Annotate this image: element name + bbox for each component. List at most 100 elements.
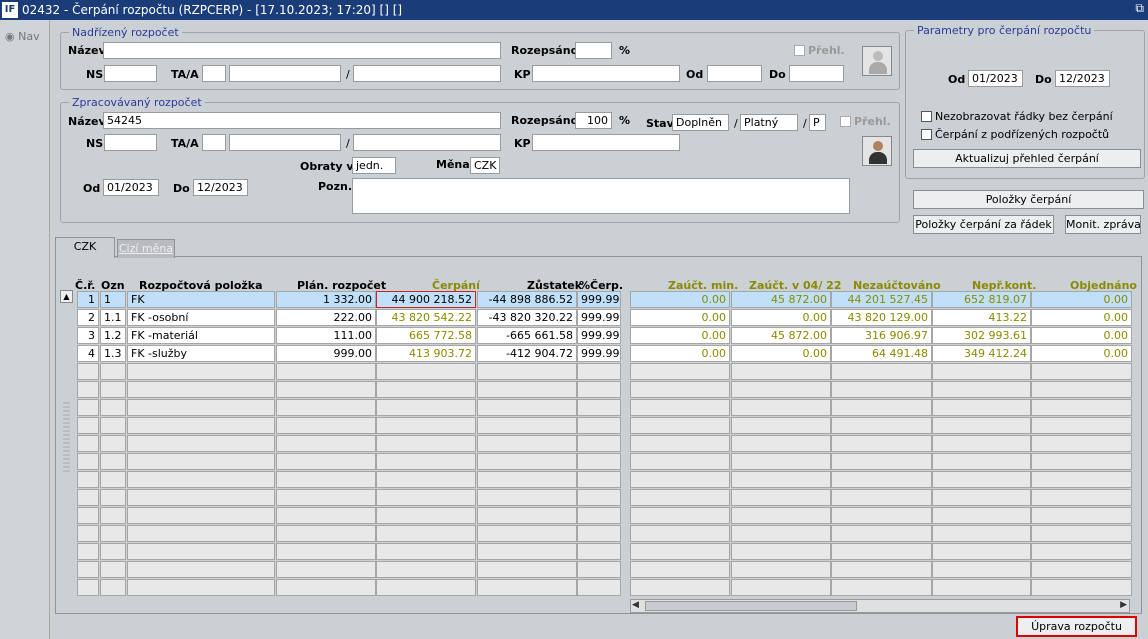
- scroll-up-icon[interactable]: ▲: [60, 290, 73, 303]
- cell-zustatek[interactable]: [477, 399, 577, 416]
- cell-neprkont[interactable]: [932, 525, 1031, 542]
- zpracovavany-do-field[interactable]: 12/2023: [193, 179, 248, 196]
- cell-cerpani[interactable]: 665 772.58: [376, 327, 476, 344]
- cell-objed[interactable]: 0.00: [1031, 291, 1132, 308]
- cell-nezauct[interactable]: [831, 363, 932, 380]
- cell-objed[interactable]: [1031, 525, 1132, 542]
- cell-zauct-min[interactable]: [630, 579, 730, 596]
- cell-polozka[interactable]: [127, 417, 275, 434]
- cell-cr[interactable]: 2: [77, 309, 99, 326]
- zpracovavany-kp-field[interactable]: [532, 134, 680, 151]
- cell-zauct-v[interactable]: [731, 363, 831, 380]
- cell-zauct-v[interactable]: [731, 417, 831, 434]
- cell-plan[interactable]: [276, 579, 376, 596]
- horizontal-scrollbar[interactable]: ◀ ▶: [630, 599, 1130, 613]
- cell-objed[interactable]: 0.00: [1031, 345, 1132, 362]
- zpracovavany-stav-field-3[interactable]: P: [809, 114, 826, 131]
- zpracovavany-obraty-field[interactable]: jedn.: [352, 157, 396, 174]
- cell-polozka[interactable]: [127, 507, 275, 524]
- cell-cr[interactable]: [77, 561, 99, 578]
- cell-ozn[interactable]: [100, 435, 126, 452]
- cell-zauct-v[interactable]: [731, 453, 831, 470]
- cell-plan[interactable]: [276, 489, 376, 506]
- restore-icon[interactable]: ⧉: [1135, 1, 1144, 16]
- cell-ozn[interactable]: [100, 381, 126, 398]
- cell-pct[interactable]: [577, 417, 621, 434]
- monit-zprava-button[interactable]: Monit. zpráva: [1065, 215, 1141, 234]
- cell-ozn[interactable]: [100, 561, 126, 578]
- cell-zustatek[interactable]: [477, 381, 577, 398]
- cell-neprkont[interactable]: [932, 579, 1031, 596]
- cell-ozn[interactable]: 1.3: [100, 345, 126, 362]
- cell-cr[interactable]: [77, 435, 99, 452]
- zpracovavany-od-field[interactable]: 01/2023: [103, 179, 159, 196]
- cell-neprkont[interactable]: [932, 453, 1031, 470]
- cell-pct[interactable]: 999.999: [577, 345, 621, 362]
- cell-objed[interactable]: [1031, 435, 1132, 452]
- cell-cr[interactable]: [77, 507, 99, 524]
- cell-zustatek[interactable]: [477, 471, 577, 488]
- nadrizeny-do-field[interactable]: [789, 65, 844, 82]
- cell-ozn[interactable]: [100, 471, 126, 488]
- cell-cerpani[interactable]: [376, 489, 476, 506]
- cell-pct[interactable]: [577, 435, 621, 452]
- cell-neprkont[interactable]: [932, 363, 1031, 380]
- cell-cerpani[interactable]: [376, 579, 476, 596]
- cell-polozka[interactable]: [127, 363, 275, 380]
- cell-zauct-v[interactable]: [731, 543, 831, 560]
- cell-cr[interactable]: [77, 381, 99, 398]
- cell-zauct-min[interactable]: [630, 543, 730, 560]
- cell-zustatek[interactable]: [477, 363, 577, 380]
- cell-objed[interactable]: [1031, 417, 1132, 434]
- cell-neprkont[interactable]: [932, 417, 1031, 434]
- cell-zauct-v[interactable]: [731, 489, 831, 506]
- zpracovavany-taa-field-1[interactable]: [202, 134, 226, 151]
- cell-zauct-v[interactable]: 0.00: [731, 309, 831, 326]
- cell-neprkont[interactable]: [932, 543, 1031, 560]
- cell-zauct-min[interactable]: [630, 381, 730, 398]
- cell-zustatek[interactable]: [477, 435, 577, 452]
- cell-cerpani[interactable]: 44 900 218.52: [376, 291, 476, 308]
- cell-zauct-min[interactable]: [630, 471, 730, 488]
- cell-nezauct[interactable]: [831, 453, 932, 470]
- cell-objed[interactable]: [1031, 471, 1132, 488]
- cell-cerpani[interactable]: [376, 507, 476, 524]
- cell-polozka[interactable]: [127, 471, 275, 488]
- cell-zauct-min[interactable]: [630, 453, 730, 470]
- cell-zustatek[interactable]: -44 898 886.52: [477, 291, 577, 308]
- cell-zauct-v[interactable]: [731, 435, 831, 452]
- cell-nezauct[interactable]: [831, 381, 932, 398]
- cell-polozka[interactable]: [127, 543, 275, 560]
- cell-pct[interactable]: [577, 489, 621, 506]
- cell-zustatek[interactable]: [477, 507, 577, 524]
- cell-pct[interactable]: [577, 471, 621, 488]
- cell-objed[interactable]: [1031, 381, 1132, 398]
- cell-plan[interactable]: [276, 363, 376, 380]
- cell-polozka[interactable]: [127, 489, 275, 506]
- cell-zauct-v[interactable]: [731, 381, 831, 398]
- cell-zauct-min[interactable]: 0.00: [630, 327, 730, 344]
- zpracovavany-stav-field-1[interactable]: Doplněn: [672, 114, 729, 131]
- cell-zauct-min[interactable]: [630, 489, 730, 506]
- nadrizeny-nazev-field[interactable]: [103, 42, 501, 59]
- cell-polozka[interactable]: [127, 579, 275, 596]
- cell-cerpani[interactable]: [376, 417, 476, 434]
- cell-ozn[interactable]: [100, 363, 126, 380]
- cell-ozn[interactable]: 1: [100, 291, 126, 308]
- cell-objed[interactable]: 0.00: [1031, 309, 1132, 326]
- cell-pct[interactable]: 999.999: [577, 327, 621, 344]
- nav-toggle[interactable]: ◉ Nav: [5, 30, 40, 43]
- cell-cerpani[interactable]: [376, 363, 476, 380]
- nadrizeny-ns-field[interactable]: [104, 65, 157, 82]
- cell-nezauct[interactable]: [831, 543, 932, 560]
- cell-cerpani[interactable]: 413 903.72: [376, 345, 476, 362]
- cell-objed[interactable]: [1031, 561, 1132, 578]
- cell-plan[interactable]: [276, 561, 376, 578]
- cell-pct[interactable]: [577, 561, 621, 578]
- cell-pct[interactable]: [577, 399, 621, 416]
- cell-cerpani[interactable]: [376, 399, 476, 416]
- cell-plan[interactable]: [276, 417, 376, 434]
- cell-objed[interactable]: [1031, 489, 1132, 506]
- nadrizeny-od-field[interactable]: [707, 65, 762, 82]
- cell-polozka[interactable]: [127, 399, 275, 416]
